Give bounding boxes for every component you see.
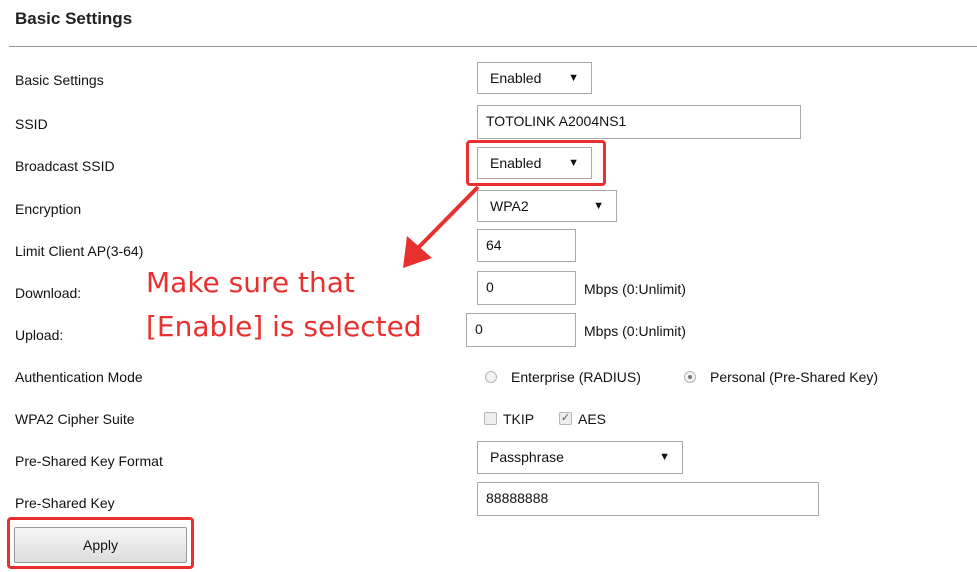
psk-label: Pre-Shared Key [15, 495, 115, 511]
psk-format-label: Pre-Shared Key Format [15, 453, 163, 469]
chevron-down-icon: ▼ [659, 451, 670, 463]
highlight-apply-button [7, 517, 194, 569]
psk-format-select[interactable]: Passphrase ▼ [477, 441, 683, 474]
checkbox-tkip[interactable] [484, 412, 497, 425]
cipher-suite-label: WPA2 Cipher Suite [15, 411, 135, 427]
checkbox-aes[interactable]: ✓ [559, 412, 572, 425]
checkbox-aes-label: AES [578, 411, 607, 427]
checkbox-tkip-label: TKIP [503, 411, 535, 427]
psk-input[interactable]: 88888888 [477, 482, 819, 516]
radio-enterprise-label: Enterprise (RADIUS) [511, 369, 641, 385]
radio-personal-label: Personal (Pre-Shared Key) [710, 369, 879, 385]
auth-mode-label: Authentication Mode [15, 369, 143, 385]
psk-format-value: Passphrase [490, 449, 564, 465]
radio-personal[interactable] [684, 371, 696, 383]
radio-enterprise[interactable] [485, 371, 497, 383]
